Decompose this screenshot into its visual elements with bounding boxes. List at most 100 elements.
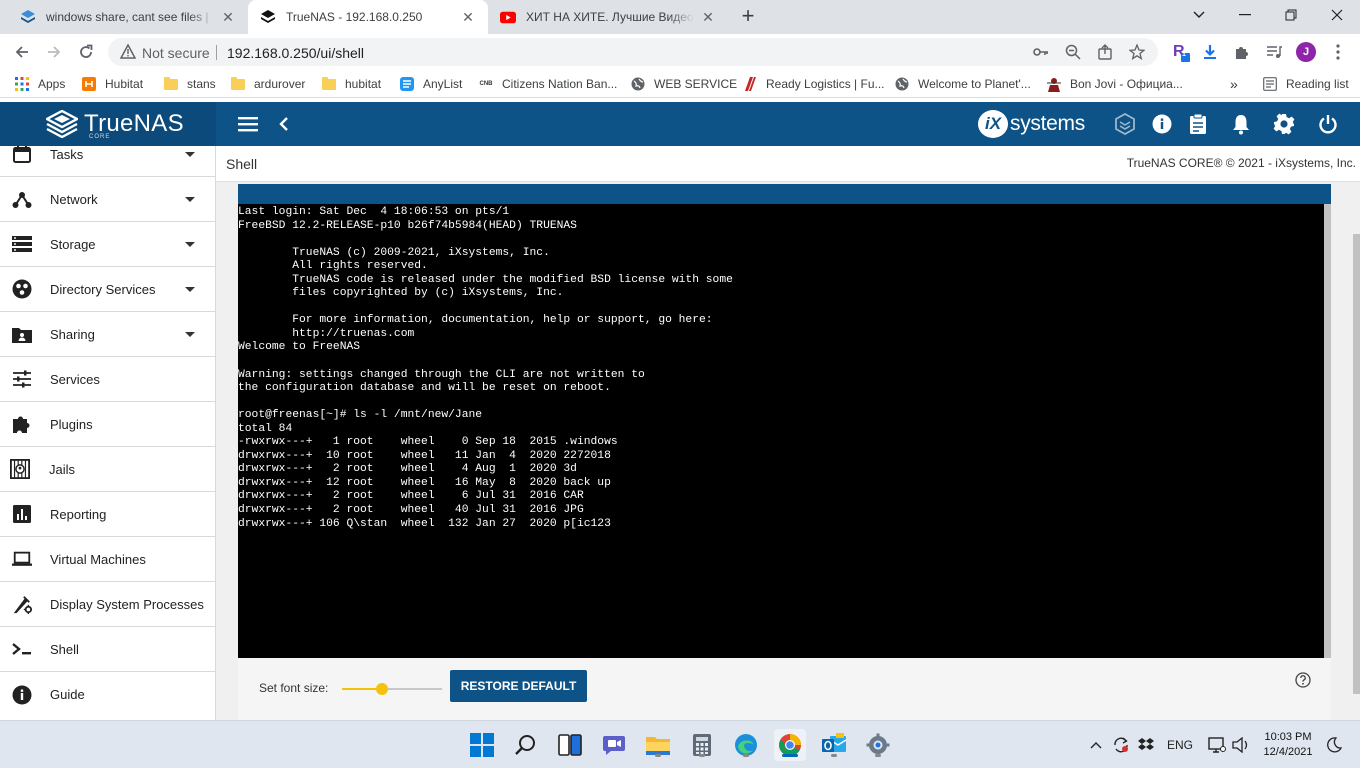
help-question-icon[interactable] — [1295, 672, 1311, 688]
restore-default-button[interactable]: RESTORE DEFAULT — [450, 670, 587, 702]
teams-chat-icon[interactable] — [598, 729, 630, 761]
reading-list-button[interactable]: Reading list — [1262, 75, 1349, 93]
language-indicator[interactable]: ENG — [1167, 735, 1193, 755]
bookmark-folder-hubitat[interactable]: hubitat — [321, 75, 381, 93]
media-queue-icon[interactable] — [1262, 40, 1286, 64]
bookmark-folder-stans[interactable]: stans — [163, 75, 216, 93]
sidebar-item-network[interactable]: Network — [0, 177, 215, 222]
minimize-icon[interactable] — [1222, 0, 1268, 30]
key-icon[interactable] — [1032, 43, 1050, 61]
network-wifi-icon[interactable] — [1208, 735, 1226, 755]
truecommand-icon[interactable] — [1113, 112, 1137, 136]
chevron-left-icon[interactable] — [272, 112, 296, 136]
slider-thumb[interactable] — [376, 683, 388, 695]
bookmark-apps[interactable]: Apps — [14, 75, 65, 93]
share-icon[interactable] — [1096, 43, 1114, 61]
task-manager-icon[interactable] — [1186, 112, 1210, 136]
terminal-line: All rights reserved. — [238, 260, 428, 273]
bookmark-folder-ardurover[interactable]: ardurover — [230, 75, 305, 93]
bookmark-citizens[interactable]: CNB Citizens Nation Ban... — [478, 75, 618, 93]
sidebar-item-sharing[interactable]: Sharing — [0, 312, 215, 357]
sidebar-item-services[interactable]: Services — [0, 357, 215, 402]
dropbox-icon[interactable] — [1137, 735, 1155, 755]
back-icon[interactable] — [10, 40, 34, 64]
close-window-icon[interactable] — [1314, 0, 1360, 30]
tab-search-icon[interactable] — [1176, 0, 1222, 30]
chrome-browser-icon[interactable] — [774, 729, 806, 761]
zoom-icon[interactable] — [1064, 43, 1082, 61]
sidebar-item-label: Directory Services — [50, 281, 156, 297]
address-divider — [216, 45, 217, 60]
info-circle-icon[interactable] — [1150, 112, 1174, 136]
hamburger-menu-icon[interactable] — [236, 112, 260, 136]
tab-close-icon[interactable]: ✕ — [220, 9, 236, 25]
page-scrollbar-thumb[interactable] — [1353, 234, 1360, 694]
browser-tab-active[interactable]: TrueNAS - 192.168.0.250 ✕ — [248, 0, 488, 34]
notifications-bell-icon[interactable] — [1229, 112, 1253, 136]
running-indicator — [831, 754, 837, 757]
restore-window-icon[interactable] — [1268, 0, 1314, 30]
security-label[interactable]: Not secure — [142, 45, 210, 61]
sidebar-item-reporting[interactable]: Reporting — [0, 492, 215, 537]
system-clock[interactable]: 10:03 PM 12/4/2021 — [1258, 730, 1318, 760]
extensions-puzzle-icon[interactable] — [1230, 40, 1254, 64]
focus-assist-moon-icon[interactable] — [1326, 735, 1342, 755]
volume-icon[interactable] — [1232, 735, 1250, 755]
page-scrollbar[interactable] — [1353, 182, 1360, 720]
extension-r-icon[interactable]: R 1 — [1170, 40, 1194, 64]
warning-icon[interactable] — [119, 43, 137, 64]
sidebar-item-shell[interactable]: Shell — [0, 627, 215, 672]
terminal-line: drwxrwx---+ 106 Q\stan wheel 132 Jan 27 … — [238, 517, 611, 530]
bon-jovi-icon — [1046, 76, 1062, 92]
bookmark-anylist[interactable]: AnyList — [399, 75, 462, 93]
outlook-icon[interactable] — [818, 729, 850, 761]
bookmarks-overflow[interactable]: » — [1230, 75, 1238, 93]
file-explorer-icon[interactable] — [642, 729, 674, 761]
calculator-icon[interactable] — [686, 729, 718, 761]
bookmark-web-service[interactable]: WEB SERVICE — [630, 75, 737, 93]
edge-browser-icon[interactable] — [730, 729, 762, 761]
ready-logistics-icon — [742, 76, 758, 92]
url-text[interactable]: 192.168.0.250/ui/shell — [227, 45, 364, 61]
shell-panel-header — [238, 184, 1331, 204]
profile-avatar[interactable]: J — [1294, 40, 1318, 64]
sidebar-item-tasks[interactable]: Tasks — [0, 146, 215, 177]
forward-icon[interactable] — [42, 40, 66, 64]
terminal-window[interactable]: Last login: Sat Dec 4 18:06:53 on pts/1 F… — [238, 204, 1324, 658]
terminal-scrollbar[interactable] — [1324, 204, 1331, 658]
truenas-logo[interactable]: TrueNAS CORE — [0, 102, 216, 146]
tab-close-icon[interactable]: ✕ — [460, 9, 476, 25]
terminal-line: files copyrighted by (c) iXsystems, Inc. — [238, 287, 564, 300]
tab-close-icon[interactable]: ✕ — [700, 9, 716, 25]
download-icon[interactable] — [1198, 40, 1222, 64]
bookmark-bon-jovi[interactable]: Bon Jovi - Официа... — [1046, 75, 1183, 93]
font-size-slider[interactable] — [342, 683, 442, 695]
bookmark-planet[interactable]: Welcome to Planet'... — [894, 75, 1031, 93]
menu-kebab-icon[interactable] — [1326, 40, 1350, 64]
reload-icon[interactable] — [74, 40, 98, 64]
task-view-icon[interactable] — [554, 729, 586, 761]
power-icon[interactable] — [1316, 112, 1340, 136]
sidebar-item-guide[interactable]: Guide — [0, 672, 215, 717]
sidebar-item-virtual-machines[interactable]: Virtual Machines — [0, 537, 215, 582]
sidebar-item-directory-services[interactable]: Directory Services — [0, 267, 215, 312]
tray-chevron-up-icon[interactable] — [1090, 735, 1102, 755]
sidebar-item-storage[interactable]: Storage — [0, 222, 215, 267]
address-bar[interactable]: Not secure 192.168.0.250/ui/shell — [108, 38, 1158, 66]
bookmark-ready-logistics[interactable]: Ready Logistics | Fu... — [742, 75, 885, 93]
search-icon[interactable] — [510, 729, 542, 761]
caret-down-icon — [185, 196, 195, 202]
sidebar-item-display-system-processes[interactable]: Display System Processes — [0, 582, 215, 627]
bookmark-star-icon[interactable] — [1128, 43, 1146, 61]
bookmark-hubitat[interactable]: Hubitat — [81, 75, 143, 93]
truenas-favicon-icon — [20, 9, 36, 25]
settings-gear-icon[interactable] — [1272, 112, 1296, 136]
windows-start-icon[interactable] — [466, 729, 498, 761]
sidebar-item-plugins[interactable]: Plugins — [0, 402, 215, 447]
browser-tab[interactable]: ХИТ НА ХИТЕ. Лучшие Видео Клипы ✕ — [488, 0, 728, 34]
new-tab-button[interactable]: + — [736, 5, 760, 29]
browser-tab[interactable]: windows share, cant see files | TrueNAS … — [8, 0, 248, 34]
sidebar-item-jails[interactable]: Jails — [0, 447, 215, 492]
settings-app-icon[interactable] — [862, 729, 894, 761]
sync-icon[interactable] — [1112, 735, 1130, 755]
